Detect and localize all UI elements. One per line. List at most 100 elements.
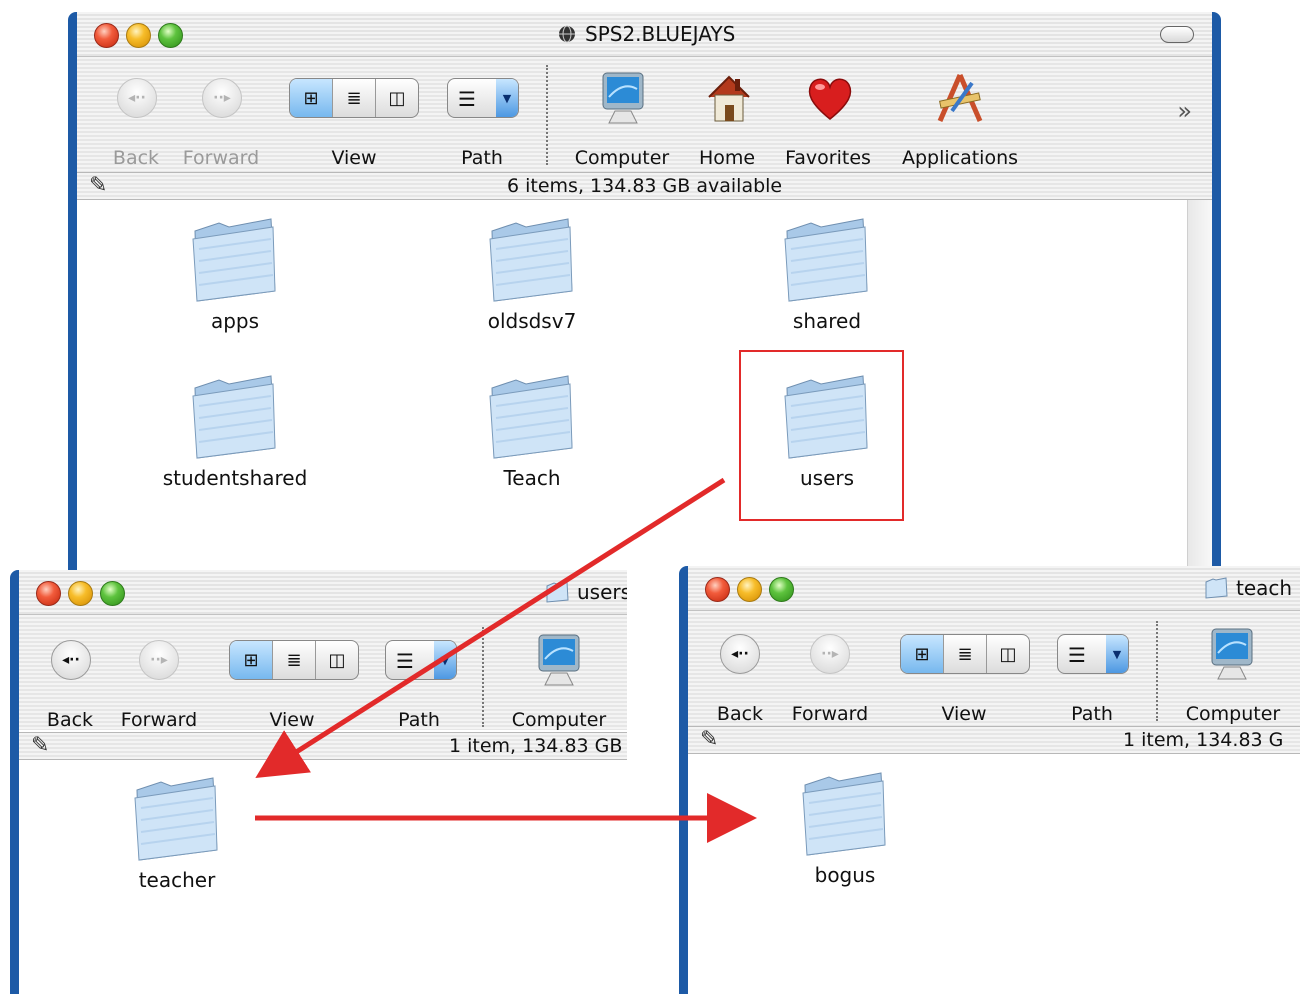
minimize-button[interactable] (737, 577, 762, 602)
back-label: Back (46, 709, 94, 731)
title-bar[interactable]: teach (688, 566, 1300, 611)
back-button[interactable]: ◂·· (117, 78, 157, 118)
folder-label: Teach (503, 466, 561, 490)
folder-item-oldsdsv7[interactable]: oldsdsv7 (442, 217, 622, 333)
list-view-button[interactable]: ≣ (333, 79, 376, 117)
zoom-button[interactable] (100, 581, 125, 606)
computer-icon[interactable] (1206, 627, 1258, 681)
status-bar: ✎ 1 item, 134.83 GB (19, 732, 627, 760)
folder-item-apps[interactable]: apps (145, 217, 325, 333)
zoom-button[interactable] (158, 23, 183, 48)
vertical-scrollbar[interactable] (1187, 200, 1212, 612)
window-title: teach (1236, 576, 1293, 600)
pen-icon: ✎ (700, 727, 719, 752)
folder-icon (192, 375, 276, 459)
path-button[interactable]: ☰ ▼ (385, 640, 457, 680)
folder-item-bogus[interactable]: bogus (755, 771, 935, 887)
title-bar[interactable]: users (19, 570, 627, 615)
computer-icon[interactable] (597, 71, 649, 125)
list-view-button[interactable]: ≣ (944, 635, 987, 673)
folder-icon (802, 772, 886, 856)
back-arrow-icon: ◂·· (62, 652, 80, 668)
folder-icon (489, 218, 573, 302)
forward-button[interactable]: ··▸ (202, 78, 242, 118)
folder-label: apps (210, 309, 260, 333)
close-button[interactable] (705, 577, 730, 602)
toolbar-separator (546, 65, 548, 165)
column-view-button[interactable]: ◫ (376, 79, 418, 117)
chevron-down-icon: ▼ (496, 79, 518, 117)
toolbar: ◂·· Back ··▸ Forward ⊞ ≣ ◫ View ☰ ▼ Path… (77, 57, 1212, 172)
path-popup-icon: ☰ (458, 87, 476, 111)
chevron-down-icon: ▼ (434, 641, 456, 679)
icon-view-button[interactable]: ⊞ (901, 635, 944, 673)
favorites-label: Favorites (785, 147, 871, 169)
heart-icon[interactable] (805, 75, 855, 121)
close-button[interactable] (94, 23, 119, 48)
folder-label: oldsdsv7 (487, 309, 577, 333)
status-bar: ✎ 1 item, 134.83 G (688, 726, 1300, 754)
path-label: Path (461, 147, 503, 169)
icon-view-button[interactable]: ⊞ (290, 79, 333, 117)
zoom-button[interactable] (769, 577, 794, 602)
folder-item-shared[interactable]: shared (737, 217, 917, 333)
forward-label: Forward (182, 147, 260, 169)
forward-arrow-icon: ··▸ (821, 646, 839, 662)
status-text: 1 item, 134.83 GB (449, 735, 623, 757)
applications-icon[interactable] (932, 71, 988, 125)
main-finder-window: SPS2.BLUEJAYS ◂·· Back ··▸ Forward ⊞ ≣ ◫… (68, 12, 1221, 612)
close-button[interactable] (36, 581, 61, 606)
list-view-button[interactable]: ≣ (273, 641, 316, 679)
computer-icon[interactable] (533, 633, 585, 687)
window-title-group: SPS2.BLUEJAYS (557, 22, 735, 46)
minimize-button[interactable] (126, 23, 151, 48)
network-volume-icon (559, 25, 575, 43)
folder-label: teacher (138, 868, 216, 892)
applications-label: Applications (901, 147, 1019, 169)
path-button[interactable]: ☰ ▼ (1057, 634, 1129, 674)
minimize-button[interactable] (68, 581, 93, 606)
folder-icon (546, 581, 569, 603)
forward-button[interactable]: ··▸ (139, 640, 179, 680)
folder-label: shared (792, 309, 862, 333)
path-button[interactable]: ☰ ▼ (447, 78, 519, 118)
path-label: Path (398, 709, 440, 731)
folder-item-teach[interactable]: Teach (442, 374, 622, 490)
back-label: Back (716, 703, 764, 725)
users-highlight-box (739, 350, 904, 521)
toolbar-toggle-button[interactable] (1160, 26, 1194, 43)
teacher-finder-window: teach ◂·· Back ··▸ Forward ⊞ ≣ ◫ View ☰ … (679, 566, 1300, 994)
path-popup-icon: ☰ (396, 649, 414, 673)
forward-label: Forward (120, 709, 198, 731)
forward-button[interactable]: ··▸ (810, 634, 850, 674)
status-text: 1 item, 134.83 G (1123, 729, 1284, 751)
title-bar[interactable]: SPS2.BLUEJAYS (77, 12, 1212, 57)
folder-label: studentshared (162, 466, 308, 490)
folder-icon (489, 375, 573, 459)
toolbar-overflow-button[interactable]: » (1177, 97, 1192, 125)
window-title: users (577, 580, 627, 604)
chevron-down-icon: ▼ (1106, 635, 1128, 673)
path-label: Path (1071, 703, 1113, 725)
folder-icon (784, 218, 868, 302)
column-view-button[interactable]: ◫ (316, 641, 358, 679)
folder-label: bogus (814, 863, 876, 887)
view-label: View (269, 709, 315, 731)
window-controls (94, 23, 183, 48)
toolbar: ◂·· Back ··▸ Forward ⊞ ≣ ◫ View ☰ ▼ Path… (688, 611, 1300, 726)
back-button[interactable]: ◂·· (720, 634, 760, 674)
home-icon[interactable] (705, 71, 753, 125)
column-view-button[interactable]: ◫ (987, 635, 1029, 673)
view-segmented-control: ⊞ ≣ ◫ (900, 634, 1030, 674)
view-segmented-control: ⊞ ≣ ◫ (289, 78, 419, 118)
back-button[interactable]: ◂·· (51, 640, 91, 680)
window-controls (705, 577, 794, 602)
view-label: View (941, 703, 987, 725)
status-text: 6 items, 134.83 GB available (507, 175, 783, 197)
folder-item-studentshared[interactable]: studentshared (145, 374, 325, 490)
back-arrow-icon: ◂·· (731, 646, 749, 662)
icon-view-button[interactable]: ⊞ (230, 641, 273, 679)
folder-item-teacher[interactable]: teacher (87, 776, 267, 892)
forward-label: Forward (791, 703, 869, 725)
path-popup-icon: ☰ (1068, 643, 1086, 667)
